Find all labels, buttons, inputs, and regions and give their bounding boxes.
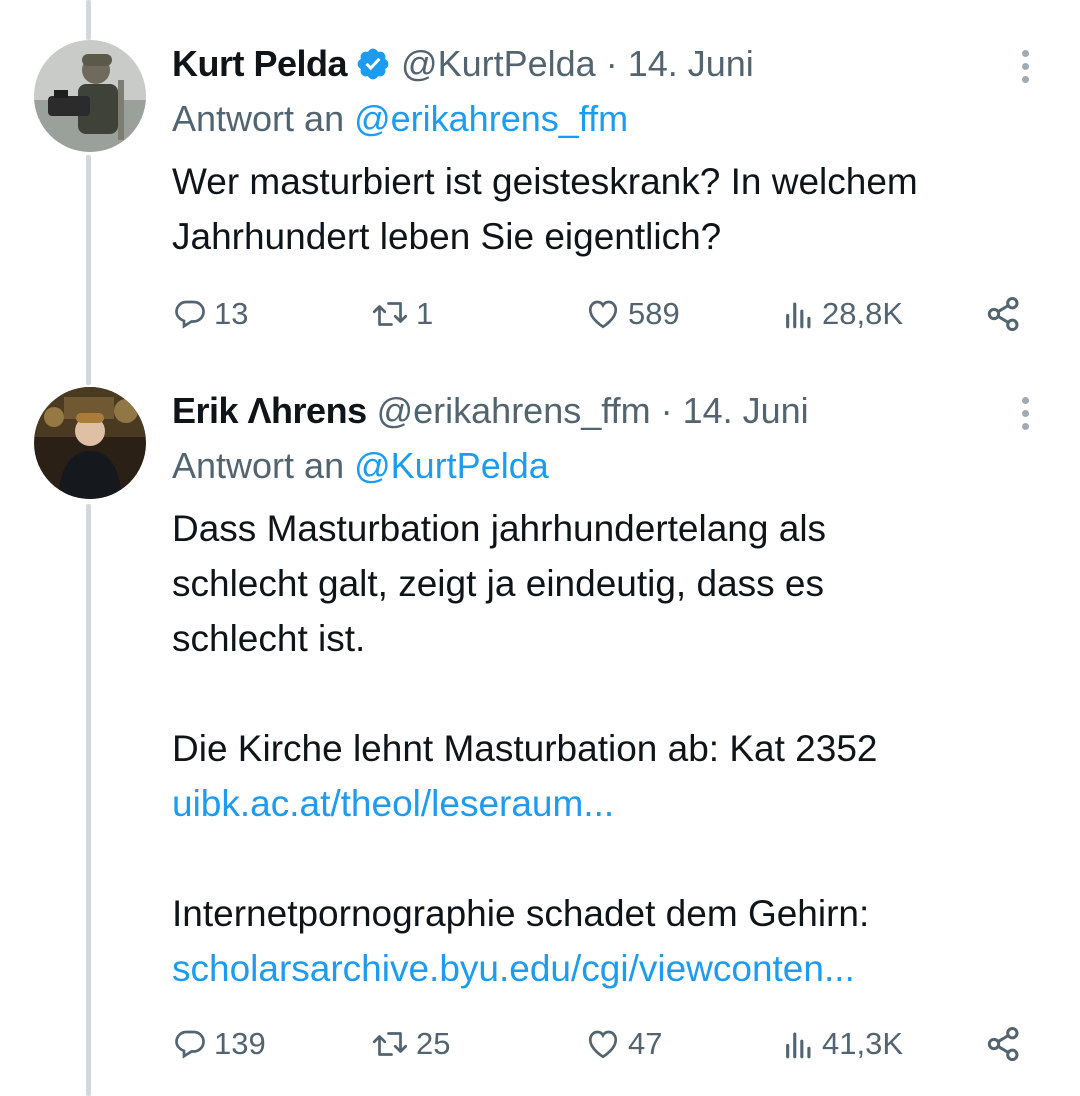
author-handle[interactable]: @erikahrens_ffm: [377, 390, 651, 432]
views-count: 28,8K: [822, 296, 904, 331]
tweet-link[interactable]: scholarsarchive.byu.edu/cgi/viewconten..…: [172, 941, 1052, 996]
repost-button[interactable]: 25: [370, 1018, 450, 1070]
thread-line: [86, 504, 91, 1096]
tweet-text-line: Die Kirche lehnt Masturbation ab: Kat 23…: [172, 728, 878, 769]
tweet-text: Wer masturbiert ist geisteskrank? In wel…: [172, 154, 1052, 264]
tweet-text-line: Jahrhundert leben Sie eigentlich?: [172, 216, 722, 257]
views-count: 41,3K: [822, 1026, 904, 1061]
like-icon: [588, 1030, 618, 1059]
views-icon: [786, 1032, 811, 1059]
reply-mention[interactable]: @erikahrens_ffm: [354, 98, 628, 139]
reply-context: Antwort an @erikahrens_ffm: [172, 94, 1052, 144]
more-icon[interactable]: [1010, 38, 1040, 94]
reply-button[interactable]: 139: [172, 1018, 266, 1070]
reply-prefix: Antwort an: [172, 445, 345, 486]
separator-dot: ·: [660, 390, 673, 431]
reply-context: Antwort an @KurtPelda: [172, 441, 1052, 491]
tweet-text-line: Internetpornographie schadet dem Gehirn:: [172, 893, 870, 934]
avatar[interactable]: [34, 40, 146, 152]
tweet-header: Erik Λhrens @erikahrens_ffm · 14. Juni: [172, 385, 1052, 437]
tweet-actions: 139 25 47 41,3K: [172, 1018, 1052, 1070]
views-button[interactable]: 41,3K: [782, 1018, 903, 1070]
reply-prefix: Antwort an: [172, 98, 345, 139]
tweet-text-line: schlecht galt, zeigt ja eindeutig, dass …: [172, 563, 824, 604]
tweet-header: Kurt Pelda @KurtPelda · 14. Juni: [172, 38, 1052, 90]
reply-count: 13: [214, 296, 249, 331]
like-count: 47: [628, 1026, 663, 1061]
repost-count: 1: [416, 296, 434, 331]
tweet-date[interactable]: 14. Juni: [683, 390, 809, 432]
views-button[interactable]: 28,8K: [782, 288, 903, 340]
tweet-text: Dass Masturbation jahrhundertelang als s…: [172, 501, 1052, 996]
tweet-text-line: Wer masturbiert ist geisteskrank? In wel…: [172, 161, 918, 202]
like-icon: [588, 300, 618, 329]
share-button[interactable]: [984, 288, 1024, 340]
like-button[interactable]: 589: [584, 288, 680, 340]
author-name[interactable]: Erik Λhrens: [172, 390, 367, 432]
reply-count: 139: [214, 1026, 266, 1061]
share-button[interactable]: [984, 1018, 1024, 1070]
views-icon: [786, 302, 811, 329]
reply-mention[interactable]: @KurtPelda: [354, 445, 549, 486]
reply-button[interactable]: 13: [172, 288, 248, 340]
share-icon: [987, 297, 1019, 331]
tweet-link[interactable]: uibk.ac.at/theol/leseraum...: [172, 776, 1052, 831]
repost-button[interactable]: 1: [370, 288, 433, 340]
reply-icon: [175, 1030, 205, 1059]
tweet-date[interactable]: 14. Juni: [628, 43, 754, 85]
repost-icon: [372, 1032, 408, 1056]
tweet-text-line: Dass Masturbation jahrhundertelang als: [172, 508, 827, 549]
repost-icon: [372, 302, 408, 326]
author-handle[interactable]: @KurtPelda: [401, 43, 596, 85]
verified-icon: [355, 46, 391, 82]
reply-icon: [175, 300, 205, 329]
repost-count: 25: [416, 1026, 451, 1061]
like-button[interactable]: 47: [584, 1018, 662, 1070]
avatar[interactable]: [34, 387, 146, 499]
more-icon[interactable]: [1010, 385, 1040, 441]
thread-line: [86, 0, 91, 40]
like-count: 589: [628, 296, 680, 331]
author-name[interactable]: Kurt Pelda: [172, 43, 348, 85]
separator-dot: ·: [605, 43, 618, 84]
tweet-text-line: schlecht ist.: [172, 618, 366, 659]
share-icon: [987, 1027, 1019, 1061]
tweet-actions: 13 1 589 28,8K: [172, 288, 1052, 340]
thread-line: [86, 155, 91, 385]
